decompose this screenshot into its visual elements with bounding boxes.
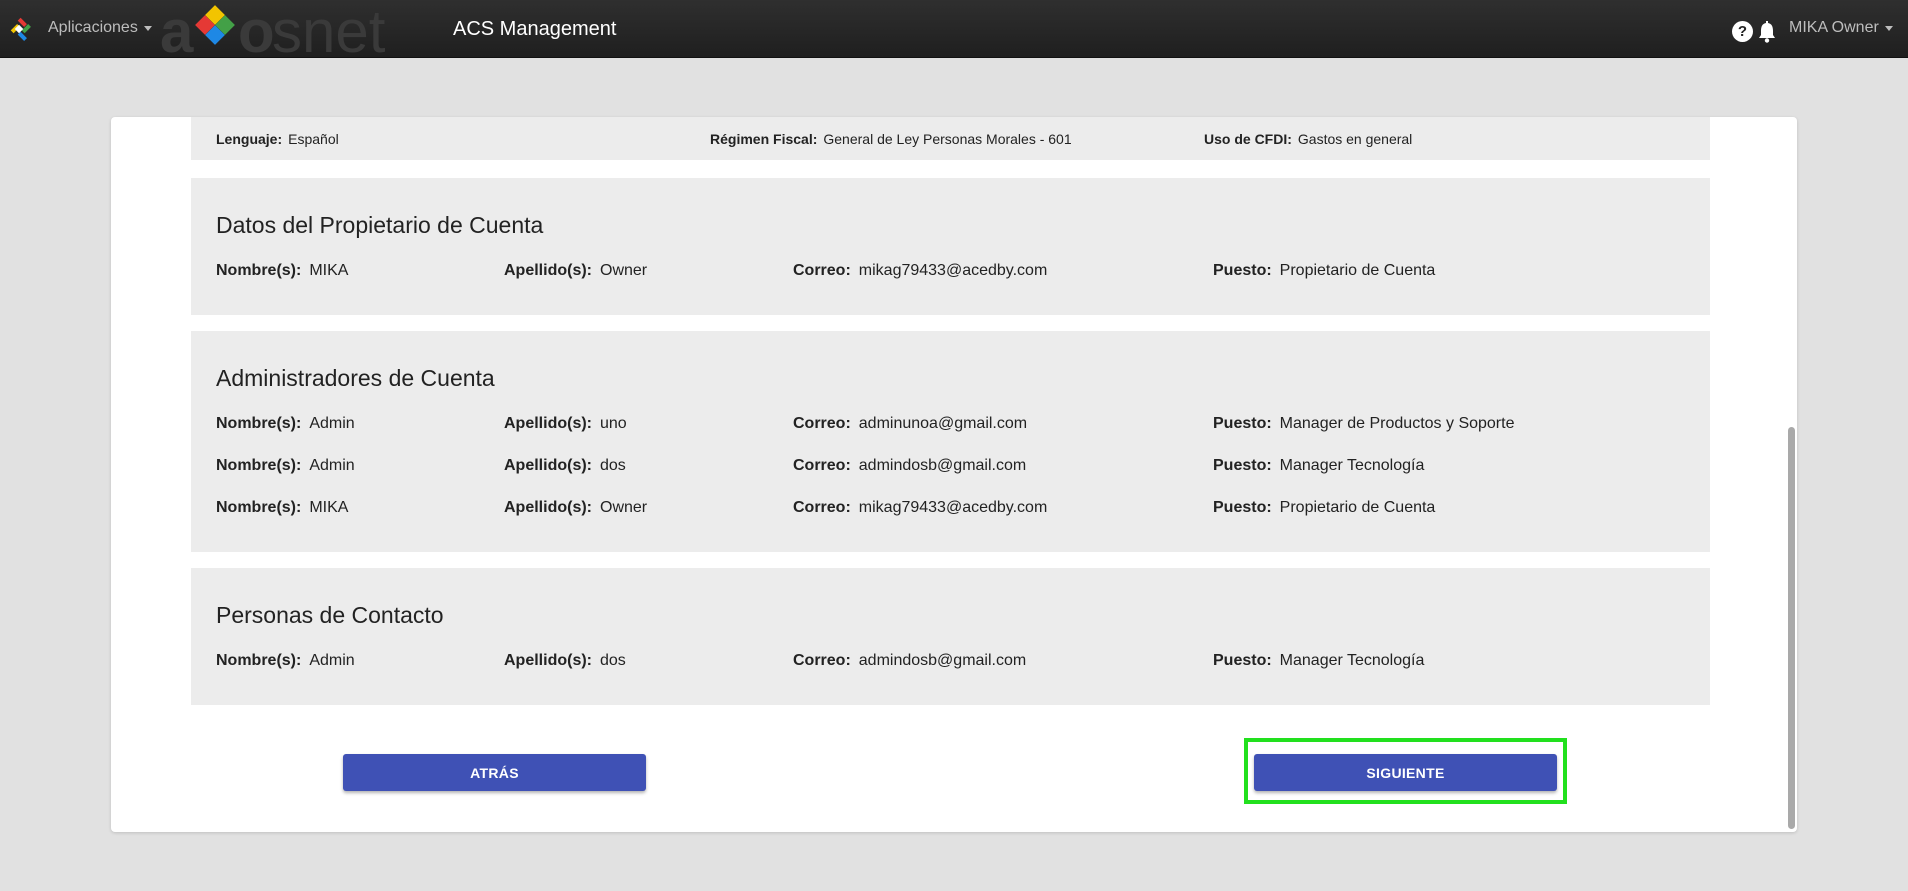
- apps-menu[interactable]: Aplicaciones: [48, 19, 152, 37]
- contacts-section: Personas de Contacto Nombre(s): Admin Ape…: [191, 568, 1710, 705]
- last-name: dos: [600, 457, 626, 474]
- cfdi-use-field: Uso de CFDI: Gastos en general: [1204, 131, 1413, 147]
- email: adminunoa@gmail.com: [858, 415, 1028, 432]
- first-name: MIKA: [309, 499, 349, 516]
- last-name: uno: [600, 415, 627, 432]
- scrollbar-thumb[interactable]: [1788, 427, 1795, 829]
- first-name: Admin: [309, 652, 355, 669]
- user-menu[interactable]: MIKA Owner: [1789, 19, 1893, 37]
- position: Manager de Productos y Soporte: [1279, 415, 1515, 432]
- contacts-section-title: Personas de Contacto: [216, 602, 444, 628]
- email: mikag79433@acedby.com: [858, 499, 1048, 516]
- person-row: Nombre(s): Admin Apellido(s): uno Correo: a…: [216, 415, 1515, 432]
- back-button[interactable]: ATRÁS: [343, 754, 646, 791]
- last-name: Owner: [600, 499, 648, 516]
- axosnet-logo: a o snet: [160, 0, 386, 58]
- person-row: Nombre(s): Admin Apellido(s): dos Correo: a…: [216, 457, 1425, 474]
- owner-section: Datos del Propietario de Cuenta Nombre(s…: [191, 178, 1710, 315]
- first-name: MIKA: [309, 262, 349, 279]
- first-name: Admin: [309, 457, 355, 474]
- first-name: Admin: [309, 415, 355, 432]
- language-field: Lenguaje: Español: [216, 131, 339, 147]
- email: admindosb@gmail.com: [858, 457, 1027, 474]
- position: Propietario de Cuenta: [1279, 262, 1436, 279]
- apps-menu-label: Aplicaciones: [48, 19, 138, 36]
- email: admindosb@gmail.com: [858, 652, 1027, 669]
- company-summary-row: Lenguaje: Español Régimen Fiscal: General …: [216, 131, 1696, 151]
- position: Manager Tecnología: [1279, 457, 1425, 474]
- app-title: ACS Management: [453, 18, 617, 40]
- admins-section-title: Administradores de Cuenta: [216, 365, 495, 391]
- tax-regime-field: Régimen Fiscal: General de Ley Personas M…: [710, 131, 1072, 147]
- person-row: Nombre(s): MIKA Apellido(s): Owner Correo:…: [216, 499, 1436, 516]
- company-summary-section: Lenguaje: Español Régimen Fiscal: General …: [191, 117, 1710, 160]
- caret-down-icon: [1884, 25, 1893, 31]
- next-button[interactable]: SIGUIENTE: [1254, 754, 1557, 791]
- bell-icon[interactable]: [1756, 20, 1778, 44]
- svg-text:o: o: [238, 0, 275, 58]
- summary-card: Lenguaje: Español Régimen Fiscal: General …: [111, 117, 1797, 832]
- svg-text:snet: snet: [272, 0, 386, 58]
- last-name: dos: [600, 652, 626, 669]
- top-navbar: Aplicaciones a o snet ACS Management ? M…: [0, 0, 1908, 58]
- help-icon[interactable]: ?: [1732, 21, 1753, 42]
- position: Propietario de Cuenta: [1279, 499, 1436, 516]
- position: Manager Tecnología: [1279, 652, 1425, 669]
- person-row: Nombre(s): MIKA Apellido(s): Owner Correo:…: [216, 262, 1436, 279]
- caret-down-icon: [143, 25, 152, 31]
- user-name: MIKA Owner: [1789, 19, 1879, 36]
- svg-text:a: a: [160, 0, 194, 58]
- last-name: Owner: [600, 262, 648, 279]
- admins-section: Administradores de Cuenta Nombre(s): Admi…: [191, 331, 1710, 552]
- owner-section-title: Datos del Propietario de Cuenta: [216, 212, 544, 238]
- email: mikag79433@acedby.com: [858, 262, 1048, 279]
- person-row: Nombre(s): Admin Apellido(s): dos Correo: a…: [216, 652, 1425, 669]
- apps-icon[interactable]: [8, 16, 34, 42]
